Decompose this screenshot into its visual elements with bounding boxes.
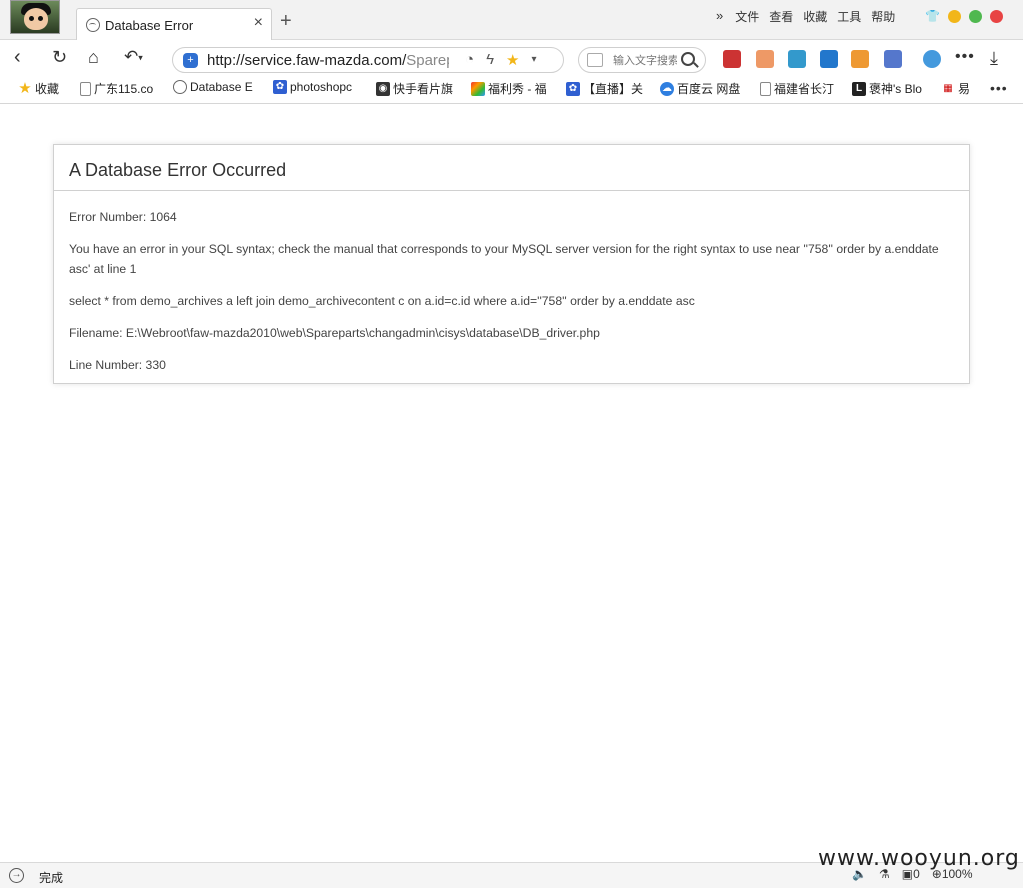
bookmark-item[interactable]: ✿ photoshopc	[273, 80, 352, 94]
dropdown-arrow-icon[interactable]: ▾	[531, 51, 536, 69]
error-message: You have an error in your SQL syntax; ch…	[69, 242, 939, 276]
error-line-number: Line Number: 330	[69, 358, 166, 372]
navigation-bar: ‹ ↻ ⌂ ↶▾ + http://service.faw-mazda.com/…	[0, 40, 1023, 76]
menu-help[interactable]: 帮助	[871, 8, 895, 25]
menu-file[interactable]: 文件	[735, 8, 759, 25]
tab-database-error[interactable]: Database Error ×	[76, 8, 272, 41]
paw-icon: ✿	[566, 81, 580, 96]
status-arrow-icon[interactable]: →	[9, 868, 24, 883]
menu-tools[interactable]: 工具	[837, 8, 861, 25]
menu-bar: » 文件 查看 收藏 工具 帮助	[716, 8, 895, 25]
baidu-cloud-icon: ☁	[660, 81, 674, 96]
home-button[interactable]: ⌂	[88, 46, 99, 68]
mazda-logo-icon	[173, 80, 187, 94]
address-bar[interactable]: + http://service.faw-mazda.com/Sparepa ◔…	[172, 47, 564, 73]
camera-icon: ◉	[376, 81, 390, 96]
search-input[interactable]	[613, 52, 677, 68]
bookmark-item[interactable]: 广东115.co	[80, 80, 153, 97]
watermark: www.wooyun.org	[818, 846, 1020, 871]
error-panel: A Database Error Occurred Error Number: …	[53, 144, 970, 384]
search-box[interactable]	[578, 47, 706, 73]
more-icon[interactable]: •••	[955, 48, 975, 66]
close-tab-icon[interactable]: ×	[254, 14, 263, 32]
speed-icon[interactable]: ◔	[465, 51, 474, 69]
star-icon: ★	[18, 79, 32, 97]
maximize-button[interactable]	[968, 9, 982, 23]
scissors-icon[interactable]	[884, 50, 902, 68]
multicolor-icon	[471, 81, 485, 96]
page-icon	[80, 81, 91, 96]
back-button[interactable]: ‹	[14, 46, 21, 68]
paw-icon: ✿	[273, 80, 287, 94]
extension-icon[interactable]	[723, 50, 741, 68]
status-text: 完成	[39, 871, 64, 885]
note-icon[interactable]	[851, 50, 869, 68]
bookmarks-more-icon[interactable]: •••	[990, 80, 1008, 96]
tab-title: Database Error	[105, 18, 194, 33]
logo-icon: ▦	[941, 81, 955, 96]
new-tab-button[interactable]: +	[280, 11, 292, 31]
L-icon: L	[852, 81, 866, 96]
close-window-button[interactable]	[989, 9, 1003, 23]
search-icon[interactable]	[681, 52, 695, 66]
menu-favorites[interactable]: 收藏	[803, 8, 827, 25]
error-filename: Filename: E:\Webroot\faw-mazda2010\web\S…	[69, 326, 600, 340]
calendar-icon[interactable]	[756, 50, 774, 68]
search-tool-icon[interactable]	[820, 50, 838, 68]
user-avatar[interactable]	[10, 0, 60, 34]
error-query: select * from demo_archives a left join …	[69, 294, 695, 308]
title-bar: Database Error × + » 文件 查看 收藏 工具 帮助 👕	[0, 0, 1023, 41]
translate-icon[interactable]	[788, 50, 806, 68]
window-controls: 👕	[925, 9, 1003, 23]
skin-icon[interactable]: 👕	[925, 9, 940, 23]
bookmark-favorites[interactable]: ★ 收藏	[18, 80, 59, 97]
error-number: Error Number: 1064	[69, 210, 177, 224]
puzzle-icon[interactable]	[923, 50, 941, 68]
bookmark-item[interactable]: ☁ 百度云 网盘	[660, 80, 740, 97]
download-icon[interactable]: ⤓	[990, 48, 998, 69]
minimize-button[interactable]	[947, 9, 961, 23]
bookmark-item[interactable]: ✿ 【直播】关	[566, 80, 643, 97]
bookmark-item[interactable]: 福建省长汀	[760, 80, 834, 97]
bookmark-item[interactable]: L 褒神's Blo	[852, 80, 922, 97]
menu-overflow-icon[interactable]: »	[716, 8, 723, 25]
bookmark-item[interactable]: ▦ 易	[941, 80, 970, 97]
search-engine-icon[interactable]	[587, 53, 603, 67]
lightning-icon[interactable]: ϟ	[486, 51, 494, 69]
favorite-star-icon[interactable]: ★	[506, 51, 519, 69]
menu-view[interactable]: 查看	[769, 8, 793, 25]
bookmark-item[interactable]: Database E	[173, 80, 253, 94]
page-icon	[760, 81, 771, 96]
security-shield-icon: +	[183, 53, 198, 68]
bookmark-item[interactable]: ◉ 快手看片旗	[376, 80, 453, 97]
undo-close-button[interactable]: ↶▾	[124, 46, 143, 69]
mazda-logo-icon	[86, 18, 100, 32]
error-heading: A Database Error Occurred	[54, 145, 969, 191]
bookmarks-bar: ★ 收藏 广东115.co Database E ✿ photoshopc ◉ 快手看…	[0, 76, 1023, 104]
url-text[interactable]: http://service.faw-mazda.com/Sparepa	[207, 52, 449, 69]
reload-button[interactable]: ↻	[52, 46, 67, 68]
bookmark-item[interactable]: 福利秀 - 福	[471, 80, 547, 97]
